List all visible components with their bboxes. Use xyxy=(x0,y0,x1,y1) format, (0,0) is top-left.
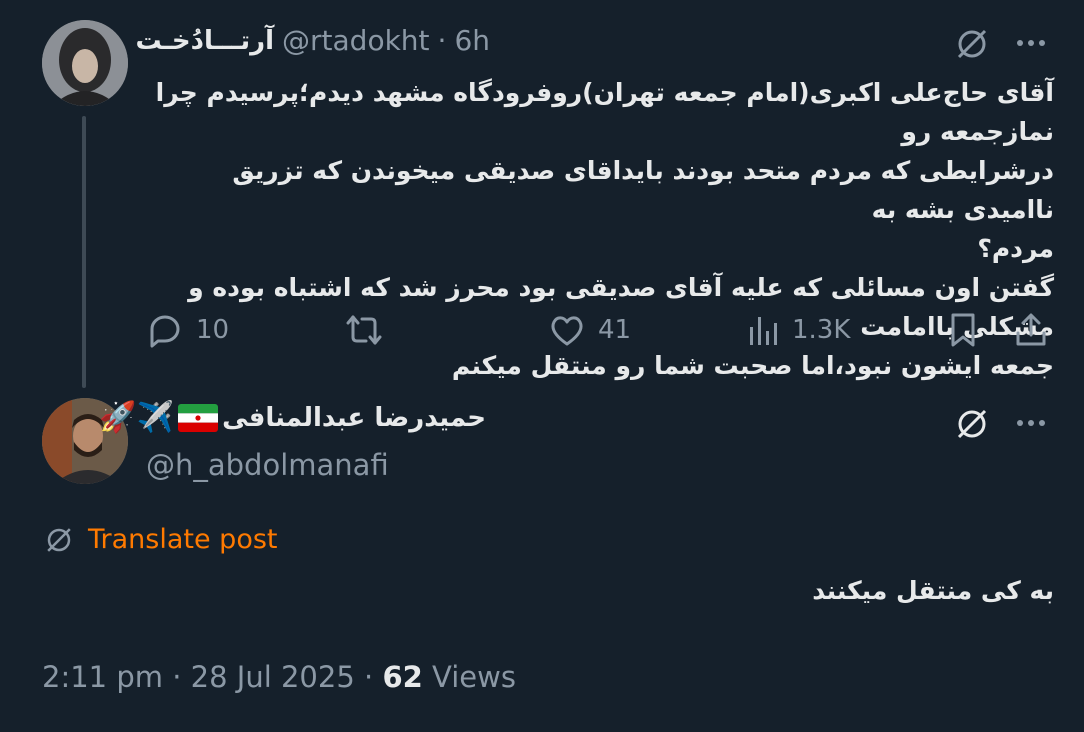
grok-icon[interactable] xyxy=(954,406,990,442)
tweet-text-line: درشرایطی که مردم متحد بودند بایداقای صدی… xyxy=(232,156,1054,224)
tweet1-header: آرتـــادُخـت @rtadokht · 6h xyxy=(135,24,490,57)
display-name[interactable]: آرتـــادُخـت xyxy=(135,26,274,56)
emoji-rocket-plane: 🚀✈️ xyxy=(99,400,175,435)
views-icon xyxy=(750,317,777,345)
user-handle[interactable]: @rtadokht xyxy=(282,24,430,57)
bookmark-icon[interactable] xyxy=(946,311,980,349)
retweet-button[interactable] xyxy=(342,311,386,349)
post-time[interactable]: 2:11 pm xyxy=(42,660,163,694)
tweet2-header: 🚀✈️ حمیدرضا عبدالمنافی xyxy=(99,400,486,435)
views-count: 62 xyxy=(382,660,423,694)
separator-dot: · xyxy=(172,660,182,694)
grok-icon[interactable] xyxy=(954,26,990,62)
retweet-icon xyxy=(346,315,382,345)
separator-dot: · xyxy=(364,660,374,694)
views-button[interactable]: 1.3K xyxy=(746,311,850,349)
like-button[interactable]: 41 xyxy=(548,311,631,349)
display-name[interactable]: حمیدرضا عبدالمنافی xyxy=(222,403,486,433)
like-count: 41 xyxy=(598,315,632,345)
separator-dot: · xyxy=(437,24,447,57)
grok-icon xyxy=(47,527,71,552)
thread-connector-line xyxy=(82,116,86,388)
reply-button[interactable]: 10 xyxy=(146,311,229,349)
views-count: 1.3K xyxy=(792,315,851,345)
post-time[interactable]: 6h xyxy=(454,24,490,57)
tweet-text-line: مردم؟ xyxy=(977,234,1054,263)
translate-post-button[interactable]: Translate post xyxy=(44,524,278,555)
more-icon[interactable] xyxy=(1014,28,1048,58)
tweet2-text: به کی منتقل میکنند xyxy=(812,576,1054,605)
tweet-text-line: آقای حاج‌علی اکبری(امام جمعه تهران)روفرو… xyxy=(155,78,1054,146)
post-date[interactable]: 28 Jul 2025 xyxy=(191,660,355,694)
iran-flag-icon xyxy=(178,403,219,432)
avatar-rtadokht[interactable] xyxy=(42,20,128,106)
reply-count: 10 xyxy=(196,315,230,345)
share-icon[interactable] xyxy=(1012,311,1050,349)
reply-icon xyxy=(150,315,180,348)
user-handle[interactable]: @h_abdolmanafi xyxy=(146,448,389,482)
tweet-text-line: جمعه ایشون نبود،اما صحبت شما رو منتقل می… xyxy=(451,351,1054,380)
translate-label: Translate post xyxy=(88,524,278,555)
more-icon[interactable] xyxy=(1014,408,1048,438)
views-label: Views xyxy=(432,660,516,694)
like-icon xyxy=(551,316,583,346)
post-metadata: 2:11 pm · 28 Jul 2025 · 62 Views xyxy=(42,660,516,694)
